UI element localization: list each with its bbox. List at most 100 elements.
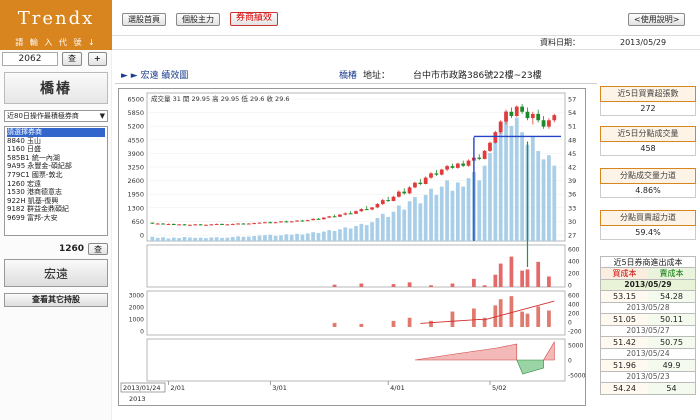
cumulative-bar (525, 313, 530, 327)
app-logo[interactable]: Trendx (0, 0, 112, 36)
help-button[interactable]: <使用說明> (628, 13, 686, 26)
cost-row: 51.05 50.11 (600, 314, 696, 326)
volume-bar (504, 111, 508, 242)
volume-bar (166, 238, 171, 241)
cost-row-date: 2013/05/24 (600, 349, 696, 360)
candle-body (252, 223, 257, 225)
buy-sell-bar (493, 274, 498, 287)
candle-body (300, 220, 305, 222)
stock-major-button[interactable]: 個股主力 (176, 13, 220, 26)
code-query-button[interactable]: 查 (62, 52, 82, 66)
candle-body (525, 111, 530, 119)
volume-bar (257, 235, 262, 241)
candle-body (552, 115, 557, 121)
buy-cost-value: 51.96 (601, 360, 648, 371)
stock-code-input[interactable]: 2062 (2, 52, 58, 66)
volume-bar (493, 140, 498, 241)
volume-axis-tick: 4550 (127, 136, 144, 144)
candle-body (177, 224, 182, 226)
volume-bar (343, 227, 348, 241)
volume-bar (332, 230, 337, 241)
ohlc-legend: 成交量 31 開 29.95 高 29.95 低 29.6 收 29.6 (151, 94, 290, 103)
volume-bar (375, 217, 380, 241)
buy-sell-bar (407, 282, 412, 287)
buy-sell-bar (547, 276, 551, 287)
volume-axis-tick: 3250 (127, 164, 144, 172)
stock-name-button[interactable]: 橋椿 (4, 72, 108, 104)
volume-axis-tick: 3900 (127, 150, 144, 158)
candle-body (263, 222, 267, 224)
candle-body (161, 223, 165, 225)
broker-name-button[interactable]: 宏遠 (4, 259, 108, 287)
candle-body (429, 173, 433, 178)
broker-list-item[interactable]: 9A95 永豐金-碩紀部 (7, 162, 105, 171)
candle-body (225, 224, 230, 226)
volume-bar (161, 237, 165, 241)
buy-sell-bar (450, 283, 455, 287)
candle-body (332, 216, 337, 218)
broker-list-item[interactable]: 9182 群益金鼎碩紀 (7, 205, 105, 214)
candle-body (273, 222, 278, 224)
code-input-header: 請 輸 入 代 號 ↓ (0, 36, 112, 50)
price-axis-tick: 36 (568, 191, 576, 199)
volume-bar (552, 165, 557, 241)
stat-value: 458 (600, 142, 696, 156)
broker-list-item[interactable]: 請選擇券商 (7, 128, 105, 137)
volume-axis-tick: 6500 (127, 96, 144, 104)
volume-bar (482, 165, 487, 241)
buy-sell-bar (525, 269, 530, 287)
add-stock-button[interactable]: + (88, 52, 107, 66)
broker-list-item[interactable]: 1530 港商德意志 (7, 188, 105, 197)
cumulative-right-tick: -200 (568, 329, 582, 336)
address-label: 地址： (363, 71, 391, 81)
volume-bar (177, 238, 182, 241)
broker-code-input[interactable]: 1260 (4, 243, 84, 255)
cumulative-axis-tick: 1000 (129, 317, 144, 324)
buy-sell-bar (509, 256, 514, 287)
candle-body (386, 200, 391, 202)
view-other-holdings-button[interactable]: 查看其它持股 (4, 293, 108, 307)
broker-list-item[interactable]: 9699 富邦-大安 (7, 214, 105, 223)
price-axis-tick: 48 (568, 136, 576, 144)
volume-axis-tick: 5850 (127, 109, 144, 117)
volume-bar (450, 190, 455, 241)
candle-body (498, 121, 503, 133)
broker-list-item[interactable]: 1160 日盛 (7, 145, 105, 154)
candle-body (246, 223, 251, 225)
candle-body (407, 187, 412, 194)
candle-body (514, 106, 519, 116)
cumulative-line (420, 300, 555, 324)
broker-performance-button[interactable]: 券商績效 (230, 12, 279, 26)
broker-chart-title: ► ► 宏遠 績效圖 (121, 71, 189, 81)
cost-row: 54.24 54 (600, 383, 696, 395)
broker-range-select[interactable]: 近80日操作最積極券商 ▼ (4, 110, 108, 122)
volume-bar (214, 237, 219, 241)
broker-listbox[interactable]: 請選擇券商 8840 玉山 1160 日盛 585B1 統一內湖 9A95 永豐… (4, 126, 108, 236)
candle-body (396, 191, 401, 197)
candle-body (257, 222, 262, 224)
volume-bar (289, 234, 294, 241)
broker-query-button[interactable]: 查 (88, 243, 108, 255)
volume-bar (380, 213, 385, 241)
volume-bar (520, 132, 525, 241)
candle-body (477, 157, 482, 159)
candle-body (509, 111, 514, 116)
chart-stock-name: 橋椿 (339, 71, 358, 81)
volume-bar (225, 237, 230, 241)
stat-title: 分點買賣超力道 (600, 210, 696, 226)
broker-list-item[interactable]: 8840 玉山 (7, 137, 105, 146)
stat-title: 近5日分點成交量 (600, 126, 696, 142)
volume-bar (268, 234, 273, 241)
performance-chart[interactable]: 6500 5850 5200 4550 3900 3250 2600 1950 1300 650 0… (118, 88, 586, 406)
volume-bar (305, 233, 310, 241)
broker-list-item[interactable]: 779C1 國票-敦北 (7, 171, 105, 180)
stock-picker-home-button[interactable]: 選股首頁 (122, 13, 166, 26)
broker-list-item[interactable]: 1260 宏遠 (7, 180, 105, 189)
volume-bar (434, 194, 439, 241)
buy-sell-axis-tick: 0 (568, 283, 572, 290)
volume-bar (155, 237, 160, 241)
candle-body (418, 182, 423, 184)
buy-sell-bar (482, 285, 487, 287)
volume-bar (354, 225, 358, 241)
buy-sell-axis-tick: 200 (568, 271, 580, 278)
